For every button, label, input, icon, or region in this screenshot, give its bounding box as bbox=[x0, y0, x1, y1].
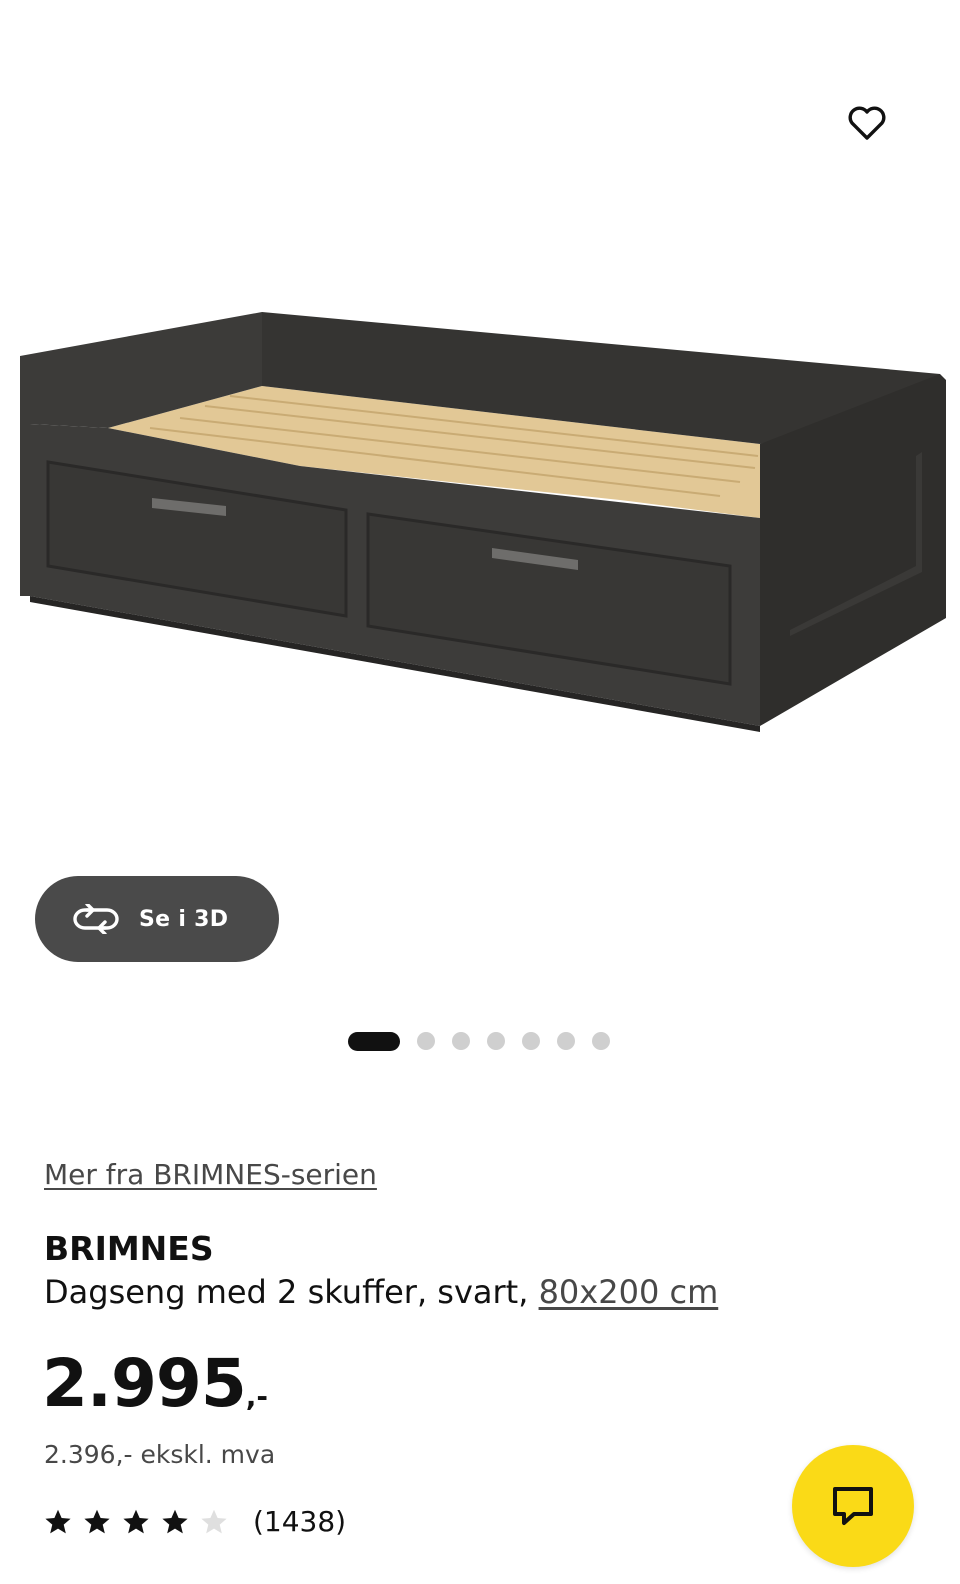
carousel-dot-5[interactable] bbox=[522, 1032, 540, 1050]
series-link[interactable]: Mer fra BRIMNES-serien bbox=[44, 1158, 377, 1191]
price-excluding-vat: 2.396,- ekskl. mva bbox=[44, 1440, 276, 1469]
carousel-dot-1[interactable] bbox=[348, 1031, 400, 1051]
carousel-dot-3[interactable] bbox=[452, 1032, 470, 1050]
rating-stars bbox=[44, 1508, 239, 1536]
size-link[interactable]: 80x200 cm bbox=[539, 1273, 719, 1311]
price-integer: 2.995 bbox=[42, 1345, 247, 1422]
favorite-button[interactable] bbox=[842, 98, 892, 148]
carousel-dot-7[interactable] bbox=[592, 1032, 610, 1050]
star-filled-icon bbox=[123, 1509, 149, 1533]
product-name: BRIMNES bbox=[44, 1229, 214, 1268]
star-filled-icon bbox=[45, 1509, 71, 1533]
heart-outline-icon bbox=[848, 106, 886, 140]
star-filled-icon bbox=[162, 1509, 188, 1533]
product-description-text: Dagseng med 2 skuffer, svart, bbox=[44, 1273, 529, 1311]
price-suffix: ,- bbox=[245, 1380, 269, 1413]
carousel-dot-6[interactable] bbox=[557, 1032, 575, 1050]
star-empty-icon bbox=[201, 1509, 227, 1533]
review-count: (1438) bbox=[253, 1505, 347, 1538]
product-description: Dagseng med 2 skuffer, svart, 80x200 cm bbox=[44, 1273, 718, 1311]
daybed-illustration bbox=[20, 312, 946, 732]
view-in-3d-label: Se i 3D bbox=[139, 906, 229, 932]
chat-bubble-icon bbox=[833, 1487, 873, 1525]
carousel-dot-2[interactable] bbox=[417, 1032, 435, 1050]
image-carousel-indicator bbox=[348, 1031, 627, 1051]
chat-button[interactable] bbox=[792, 1445, 914, 1567]
view-in-3d-button[interactable]: Se i 3D bbox=[35, 876, 279, 962]
star-filled-icon bbox=[84, 1509, 110, 1533]
product-rating[interactable]: (1438) bbox=[44, 1505, 346, 1538]
carousel-dot-4[interactable] bbox=[487, 1032, 505, 1050]
price: 2.995,- bbox=[42, 1345, 268, 1422]
product-image[interactable] bbox=[0, 0, 960, 860]
rotate-3d-icon bbox=[73, 904, 119, 934]
